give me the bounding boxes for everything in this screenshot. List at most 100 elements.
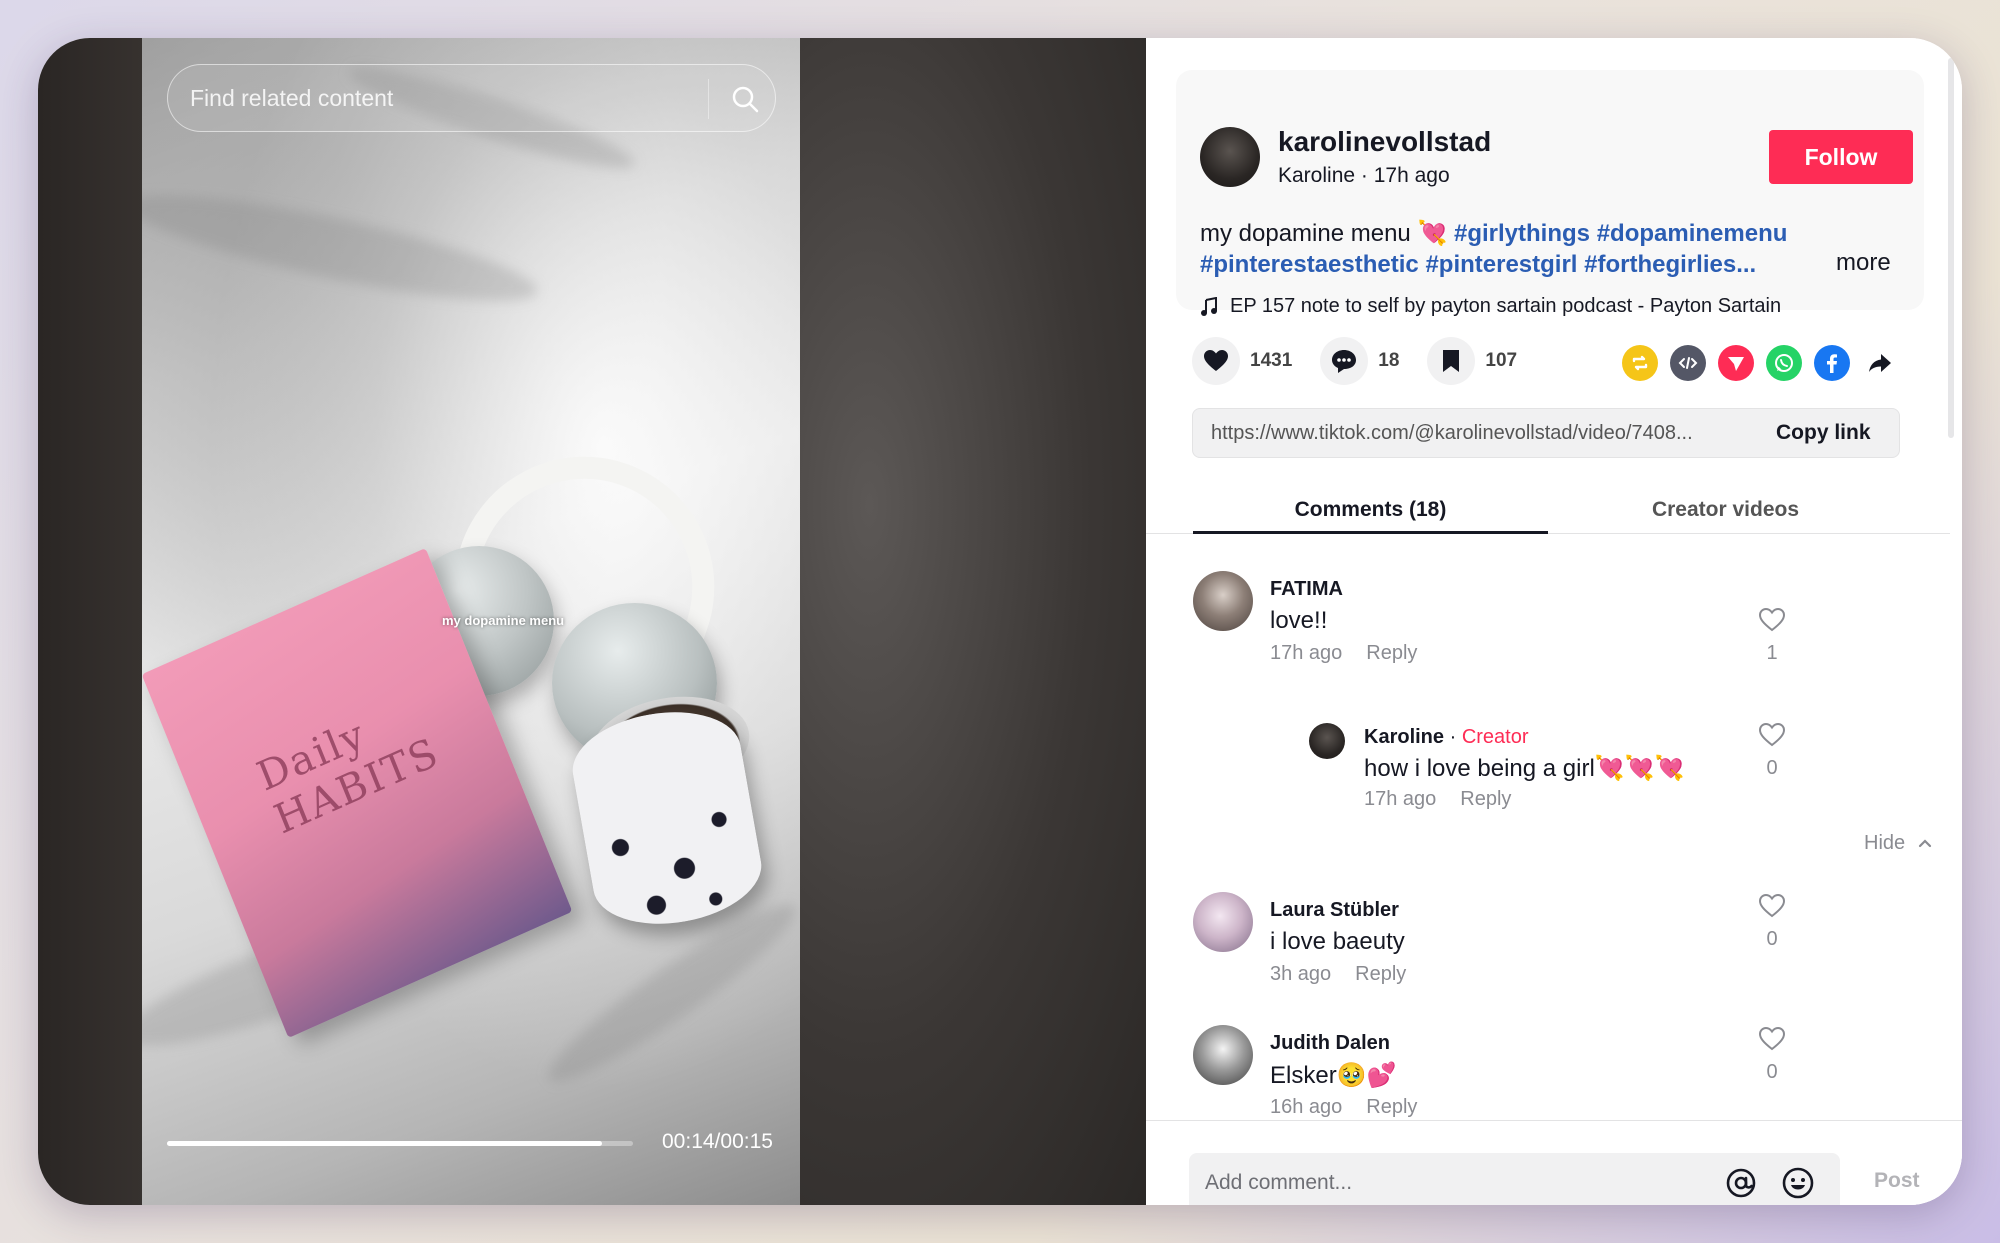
post-info-card: karolinevollstad Karoline · 17h ago Foll… xyxy=(1176,70,1924,317)
heart-outline-icon xyxy=(1758,893,1786,918)
facebook-f-icon xyxy=(1827,354,1837,373)
caption-more-button[interactable]: more xyxy=(1836,249,1891,277)
reply-meta: 17h ago Reply xyxy=(1364,788,1535,811)
video-player[interactable]: Daily HABITS my dopamine menu xyxy=(142,38,800,1205)
post-caption: my dopamine menu 💘 #girlythings #dopamin… xyxy=(1200,218,1800,280)
hashtag-link[interactable]: #girlythings xyxy=(1454,220,1590,247)
commenter-name[interactable]: Judith Dalen xyxy=(1270,1032,1390,1055)
hide-label: Hide xyxy=(1864,832,1906,854)
comment-like-count: 0 xyxy=(1766,1061,1778,1083)
copy-link-button[interactable]: Copy link xyxy=(1776,421,1871,445)
comment-meta: 16h ago Reply xyxy=(1270,1096,1441,1119)
heart-outline-icon xyxy=(1758,722,1786,747)
engagement-actions: 1431 18 107 xyxy=(1192,334,1545,388)
reply-text: how i love being a girl💘💘💘 xyxy=(1364,755,1685,782)
search-input[interactable] xyxy=(190,65,690,131)
share-arrow-icon xyxy=(1869,354,1891,372)
comment-like-button[interactable]: 1 xyxy=(1754,607,1790,665)
hashtag-link[interactable]: #pinterestgirl xyxy=(1425,251,1577,278)
reply-button[interactable]: Reply xyxy=(1355,963,1406,985)
add-comment-input[interactable] xyxy=(1205,1153,1705,1205)
at-sign-icon xyxy=(1726,1168,1756,1198)
reply-button[interactable]: Reply xyxy=(1366,1096,1417,1118)
video-blur-background xyxy=(800,38,1146,1205)
reply-name[interactable]: Karoline xyxy=(1364,726,1444,748)
heart-icon xyxy=(1204,350,1228,371)
panel-tabs: Comments (18) Creator videos xyxy=(1146,486,1950,534)
comment-like-button[interactable]: 0 xyxy=(1754,1026,1790,1084)
comment-input-box xyxy=(1189,1153,1840,1205)
post-time: 17h ago xyxy=(1373,164,1450,187)
send-to-friends-icon[interactable] xyxy=(1718,345,1754,381)
mention-button[interactable] xyxy=(1723,1165,1759,1201)
paper-plane-icon xyxy=(1728,357,1744,371)
music-info[interactable]: EP 157 note to self by payton sartain po… xyxy=(1200,295,1781,318)
comment-button[interactable]: 18 xyxy=(1320,337,1399,385)
follow-button[interactable]: Follow xyxy=(1769,130,1913,184)
commenter-name[interactable]: Laura Stübler xyxy=(1270,899,1399,922)
reply-time: 17h ago xyxy=(1364,788,1437,810)
like-icon-wrap xyxy=(1192,337,1240,385)
video-progress-fill xyxy=(167,1141,602,1146)
reply-like-button[interactable]: 0 xyxy=(1754,722,1790,780)
save-count: 107 xyxy=(1485,350,1518,371)
caption-text: my dopamine menu 💘 xyxy=(1200,220,1454,247)
commenter-name[interactable]: FATIMA xyxy=(1270,578,1343,601)
reply-name-separator: · xyxy=(1444,726,1462,748)
commenter-avatar[interactable] xyxy=(1193,571,1253,631)
comment-list[interactable]: FATIMA love!! 17h ago Reply 1 Karoline · … xyxy=(1146,535,1962,1120)
commenter-avatar[interactable] xyxy=(1193,1025,1253,1085)
author-meta: Karoline · 17h ago xyxy=(1278,164,1450,188)
like-count: 1431 xyxy=(1250,350,1293,371)
embed-icon[interactable] xyxy=(1670,345,1706,381)
video-area: Daily HABITS my dopamine menu 00:14/00:1… xyxy=(38,38,1146,1205)
share-more-icon[interactable] xyxy=(1862,345,1898,381)
comment-text: Elsker🥹💕 xyxy=(1270,1062,1397,1089)
comment-like-button[interactable]: 0 xyxy=(1754,893,1790,951)
tab-comments[interactable]: Comments (18) xyxy=(1193,486,1548,534)
reply-button[interactable]: Reply xyxy=(1366,642,1417,664)
like-button[interactable]: 1431 xyxy=(1192,337,1292,385)
music-note-icon xyxy=(1201,296,1217,316)
search-button[interactable] xyxy=(721,75,769,123)
reply-avatar[interactable] xyxy=(1309,723,1345,759)
save-button[interactable]: 107 xyxy=(1427,337,1517,385)
video-progress-bar[interactable] xyxy=(167,1141,633,1146)
hashtag-link[interactable]: #dopaminemenu xyxy=(1597,220,1788,247)
video-time: 00:14/00:15 xyxy=(662,1130,773,1153)
comment-text: i love baeuty xyxy=(1270,928,1405,955)
hashtag-link[interactable]: #forthegirlies... xyxy=(1584,251,1756,278)
whatsapp-icon[interactable] xyxy=(1766,345,1802,381)
repost-icon[interactable] xyxy=(1622,345,1658,381)
author-avatar[interactable] xyxy=(1200,127,1260,187)
panel-scrollbar[interactable] xyxy=(1948,58,1954,438)
post-comment-button[interactable]: Post xyxy=(1874,1169,1920,1193)
emoji-button[interactable] xyxy=(1780,1165,1816,1201)
hashtag-link[interactable]: #pinterestaesthetic xyxy=(1200,251,1419,278)
share-icons xyxy=(1622,345,1898,381)
hide-replies-button[interactable]: Hide xyxy=(1864,832,1933,855)
search-icon xyxy=(732,86,759,113)
comment-time: 16h ago xyxy=(1270,1096,1343,1118)
share-url[interactable]: https://www.tiktok.com/@karolinevollstad… xyxy=(1211,422,1751,445)
tab-creator-videos[interactable]: Creator videos xyxy=(1548,486,1903,534)
comment-time: 3h ago xyxy=(1270,963,1332,985)
sheet-fold xyxy=(142,174,544,322)
comment-like-count: 1 xyxy=(1766,642,1778,664)
book-title: Daily HABITS xyxy=(250,711,446,844)
repost-arrows-icon xyxy=(1632,355,1648,371)
bookmark-icon xyxy=(1443,350,1460,372)
facebook-icon[interactable] xyxy=(1814,345,1850,381)
reply-button[interactable]: Reply xyxy=(1460,788,1511,810)
comment-count: 18 xyxy=(1378,350,1400,371)
heart-outline-icon xyxy=(1758,607,1786,632)
details-panel: karolinevollstad Karoline · 17h ago Foll… xyxy=(1146,38,1962,1205)
comment-meta: 3h ago Reply xyxy=(1270,963,1430,986)
comment-icon xyxy=(1332,350,1357,373)
video-overlay-text: my dopamine menu xyxy=(442,613,565,628)
comment-meta: 17h ago Reply xyxy=(1270,642,1441,665)
author-username[interactable]: karolinevollstad xyxy=(1278,126,1491,158)
commenter-avatar[interactable] xyxy=(1193,892,1253,952)
comment-time: 17h ago xyxy=(1270,642,1343,664)
heart-outline-icon xyxy=(1758,1026,1786,1051)
